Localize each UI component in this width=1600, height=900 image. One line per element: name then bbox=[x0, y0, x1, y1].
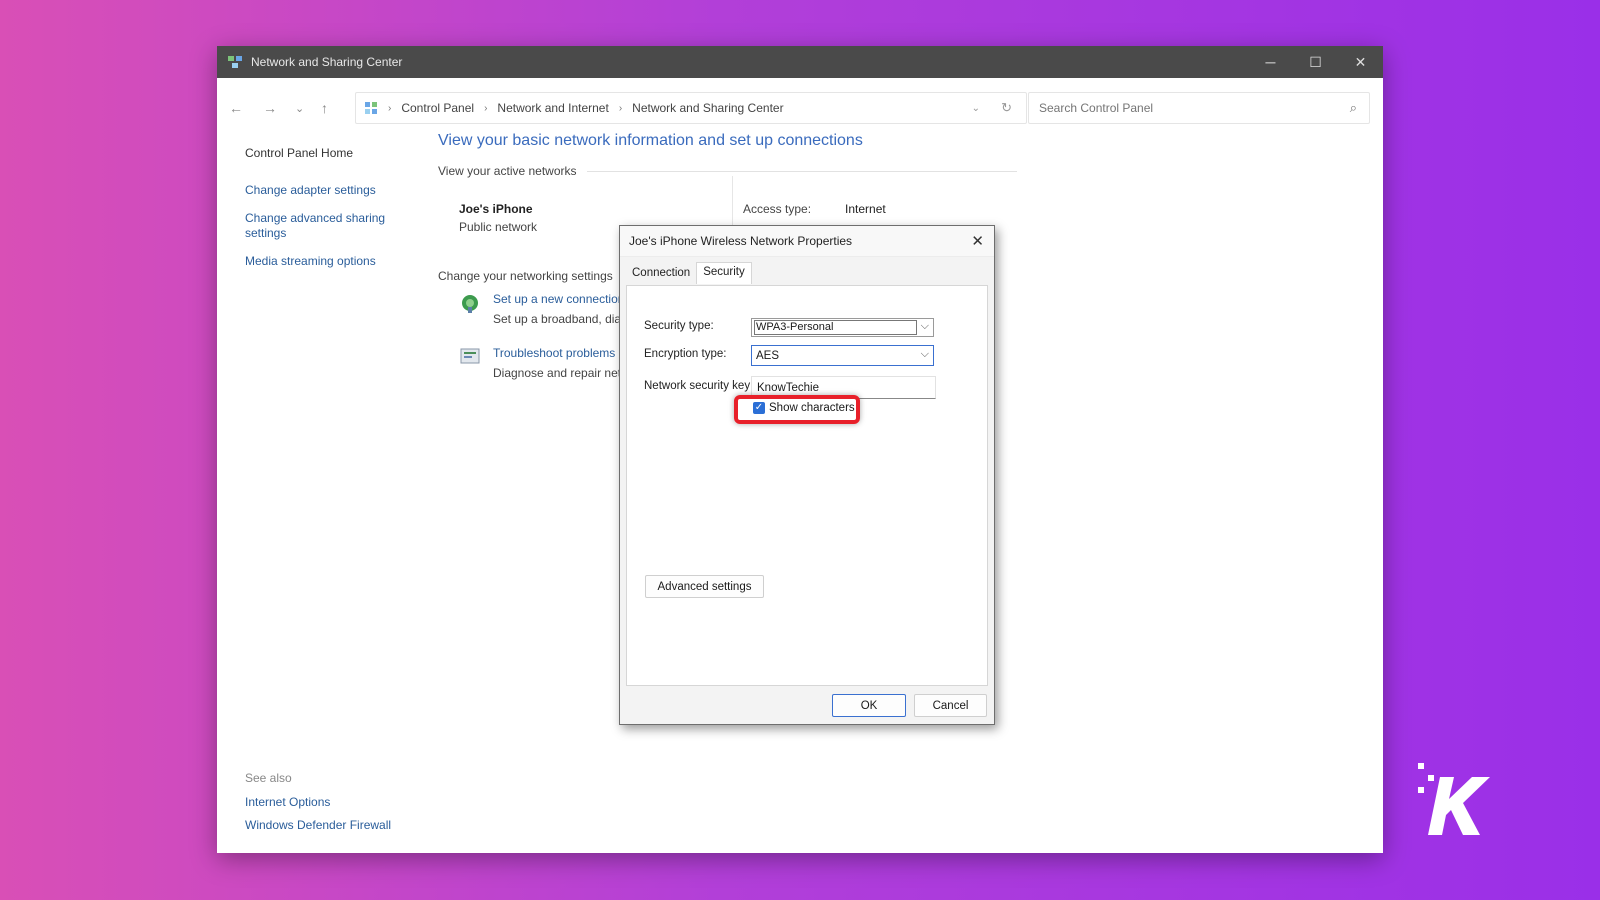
access-type-value: Internet bbox=[845, 202, 886, 216]
dialog-titlebar: Joe's iPhone Wireless Network Properties… bbox=[620, 226, 994, 257]
close-button[interactable]: ✕ bbox=[1338, 46, 1383, 78]
change-settings-header: Change your networking settings bbox=[438, 269, 613, 283]
new-connection-icon bbox=[462, 295, 478, 313]
search-box[interactable]: ⌕ bbox=[1028, 92, 1370, 124]
window-title: Network and Sharing Center bbox=[251, 55, 403, 69]
breadcrumb-network-internet[interactable]: Network and Internet bbox=[497, 101, 608, 115]
show-characters-label[interactable]: Show characters bbox=[769, 402, 855, 414]
active-networks-header: View your active networks bbox=[438, 164, 1017, 178]
search-input[interactable] bbox=[1037, 100, 1331, 116]
network-key-label: Network security key bbox=[644, 380, 751, 392]
change-adapter-settings-link[interactable]: Change adapter settings bbox=[245, 183, 405, 198]
page-title: View your basic network information and … bbox=[438, 132, 863, 149]
troubleshoot-link[interactable]: Troubleshoot problems bbox=[493, 346, 615, 360]
cancel-button[interactable]: Cancel bbox=[914, 694, 987, 717]
recent-locations-icon[interactable]: ⌄ bbox=[295, 102, 304, 115]
network-kind: Public network bbox=[459, 220, 538, 234]
divider bbox=[586, 170, 1017, 172]
network-key-value: KnowTechie bbox=[757, 381, 820, 394]
breadcrumb-control-panel[interactable]: Control Panel bbox=[401, 101, 474, 115]
chevron-right-icon: › bbox=[484, 102, 488, 114]
dialog-tabs: Connection Security bbox=[626, 262, 752, 284]
see-also-section: See also Internet Options Windows Defend… bbox=[245, 771, 391, 841]
change-advanced-sharing-link[interactable]: Change advanced sharing settings bbox=[245, 211, 405, 241]
access-type-row: Access type: Internet bbox=[743, 202, 886, 216]
active-network: Joe's iPhone Public network bbox=[459, 202, 537, 234]
window-titlebar: Network and Sharing Center ─ ☐ ✕ bbox=[217, 46, 1383, 78]
dialog-title: Joe's iPhone Wireless Network Properties bbox=[629, 234, 853, 248]
encryption-type-value: AES bbox=[756, 349, 780, 362]
advanced-settings-button[interactable]: Advanced settings bbox=[645, 575, 764, 598]
breadcrumb-network-sharing[interactable]: Network and Sharing Center bbox=[632, 101, 783, 115]
chevron-right-icon: › bbox=[618, 102, 623, 114]
control-panel-home-link[interactable]: Control Panel Home bbox=[245, 146, 405, 161]
troubleshoot-icon bbox=[460, 348, 480, 364]
network-name: Joe's iPhone bbox=[459, 202, 533, 216]
maximize-button[interactable]: ☐ bbox=[1293, 46, 1338, 78]
left-navigation: Control Panel Home Change adapter settin… bbox=[245, 146, 405, 282]
up-arrow-icon[interactable]: ↑ bbox=[321, 100, 328, 116]
security-type-value: WPA3-Personal bbox=[754, 320, 917, 335]
security-type-select[interactable]: WPA3-Personal ⌵ bbox=[751, 318, 934, 337]
network-center-icon bbox=[228, 56, 242, 68]
address-bar[interactable]: › Control Panel › Network and Internet ›… bbox=[355, 92, 1027, 124]
checkmark-icon[interactable]: ✓ bbox=[753, 402, 765, 414]
security-type-label: Security type: bbox=[644, 320, 714, 332]
active-networks-label: View your active networks bbox=[438, 164, 577, 178]
encryption-type-select[interactable]: AES ⌵ bbox=[751, 345, 934, 366]
access-type-label: Access type: bbox=[743, 202, 812, 216]
minimize-button[interactable]: ─ bbox=[1248, 46, 1293, 78]
internet-options-link[interactable]: Internet Options bbox=[245, 795, 391, 809]
see-also-header: See also bbox=[245, 771, 292, 785]
ok-button[interactable]: OK bbox=[832, 694, 906, 717]
control-panel-icon bbox=[365, 102, 377, 114]
tab-connection[interactable]: Connection bbox=[626, 264, 696, 284]
chevron-down-icon[interactable]: ⌄ bbox=[972, 103, 980, 114]
wireless-properties-dialog: Joe's iPhone Wireless Network Properties… bbox=[619, 225, 995, 725]
back-arrow-icon[interactable]: ← bbox=[229, 100, 243, 116]
tab-security[interactable]: Security bbox=[696, 262, 752, 284]
forward-arrow-icon[interactable]: → bbox=[263, 100, 277, 116]
encryption-type-label: Encryption type: bbox=[644, 348, 727, 360]
windows-firewall-link[interactable]: Windows Defender Firewall bbox=[245, 818, 391, 832]
refresh-icon[interactable]: ↻ bbox=[1001, 100, 1012, 116]
media-streaming-options-link[interactable]: Media streaming options bbox=[245, 254, 405, 269]
chevron-down-icon: ⌵ bbox=[920, 348, 929, 360]
navigation-bar: ← → ⌄ ↑ › Control Panel › Network and In… bbox=[217, 78, 1383, 134]
close-icon[interactable]: ✕ bbox=[971, 232, 984, 250]
chevron-right-icon: › bbox=[388, 102, 392, 114]
search-icon[interactable]: ⌕ bbox=[1350, 100, 1357, 116]
knowtechie-logo bbox=[1418, 763, 1490, 835]
security-panel: Security type: WPA3-Personal ⌵ Encryptio… bbox=[626, 285, 988, 686]
chevron-down-icon: ⌵ bbox=[920, 320, 929, 332]
main-content: View your basic network information and … bbox=[438, 132, 1017, 380]
show-characters-checkbox[interactable]: ✓ Show characters bbox=[753, 402, 855, 414]
